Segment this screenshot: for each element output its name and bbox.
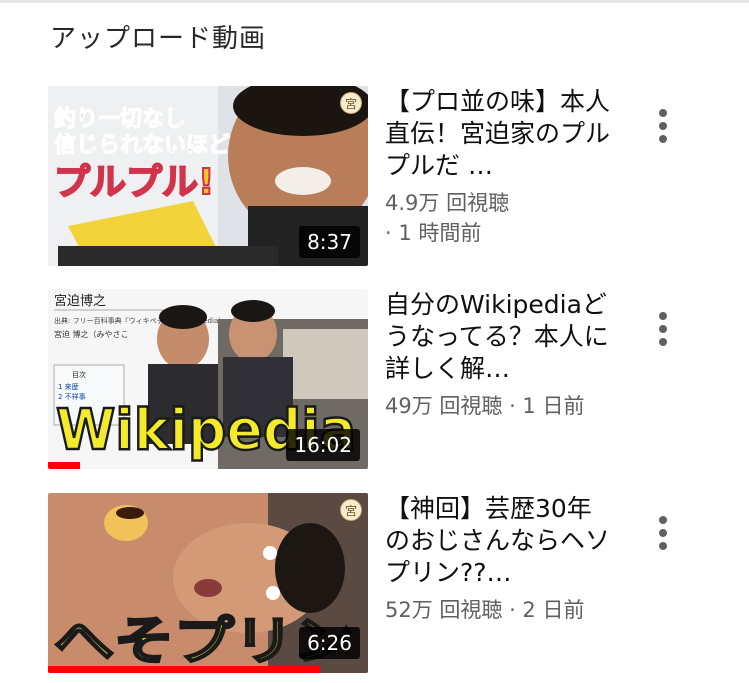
more-options-icon[interactable] <box>648 511 678 555</box>
more-options-icon[interactable] <box>648 104 678 148</box>
wiki-toc: 目次 <box>72 370 86 379</box>
video-thumbnail[interactable]: へそプリン 宮 6:26 <box>48 493 368 673</box>
top-divider <box>0 0 749 3</box>
video-item[interactable]: 釣り一切なし 信じられないほど プルプル! 宮 8:37 【プロ並の味】本人直伝… <box>48 86 728 266</box>
thumb-caption-2: 信じられないほど <box>54 132 230 158</box>
wiki-toc-1: 1 来歴 <box>58 383 79 391</box>
video-views-age: 52万 回視聴 · 2 日前 <box>385 598 585 622</box>
channel-badge: 宮 <box>340 499 362 521</box>
section-title: アップロード動画 <box>50 24 267 54</box>
watch-progress-bar <box>48 666 320 673</box>
thumb-caption-3: プルプル! <box>54 162 214 203</box>
channel-badge: 宮 <box>340 92 362 114</box>
video-duration: 16:02 <box>286 429 360 461</box>
video-duration: 8:37 <box>299 226 360 258</box>
video-item[interactable]: 宮迫博之 出典: フリー百科事典『ウィキペディア（Wikipedia）』 宮迫 … <box>48 289 728 469</box>
video-views: 4.9万 回視聴 <box>385 191 510 215</box>
video-title[interactable]: 【プロ並の味】本人直伝！宮迫家のプルプルだ … <box>385 86 615 182</box>
more-options-icon[interactable] <box>648 307 678 351</box>
video-thumbnail[interactable]: 釣り一切なし 信じられないほど プルプル! 宮 8:37 <box>48 86 368 266</box>
wiki-line: 宮迫 博之（みやさこ <box>54 329 129 339</box>
video-item[interactable]: へそプリン 宮 6:26 【神回】芸歴30年のおじさんならヘソプリン??… 52… <box>48 493 728 673</box>
video-views-age: 49万 回視聴 · 1 日前 <box>385 394 585 418</box>
video-age: · 1 時間前 <box>385 221 482 245</box>
video-duration: 6:26 <box>299 627 360 659</box>
video-title[interactable]: 【神回】芸歴30年のおじさんならヘソプリン??… <box>385 493 615 589</box>
video-title[interactable]: 自分のWikipediaどうなってる？本人に詳しく解… <box>385 289 615 385</box>
thumb-caption-1: 釣り一切なし <box>54 106 186 132</box>
video-thumbnail[interactable]: 宮迫博之 出典: フリー百科事典『ウィキペディア（Wikipedia）』 宮迫 … <box>48 289 368 469</box>
wiki-title: 宮迫博之 <box>54 293 106 309</box>
watch-progress-bar <box>48 462 80 469</box>
